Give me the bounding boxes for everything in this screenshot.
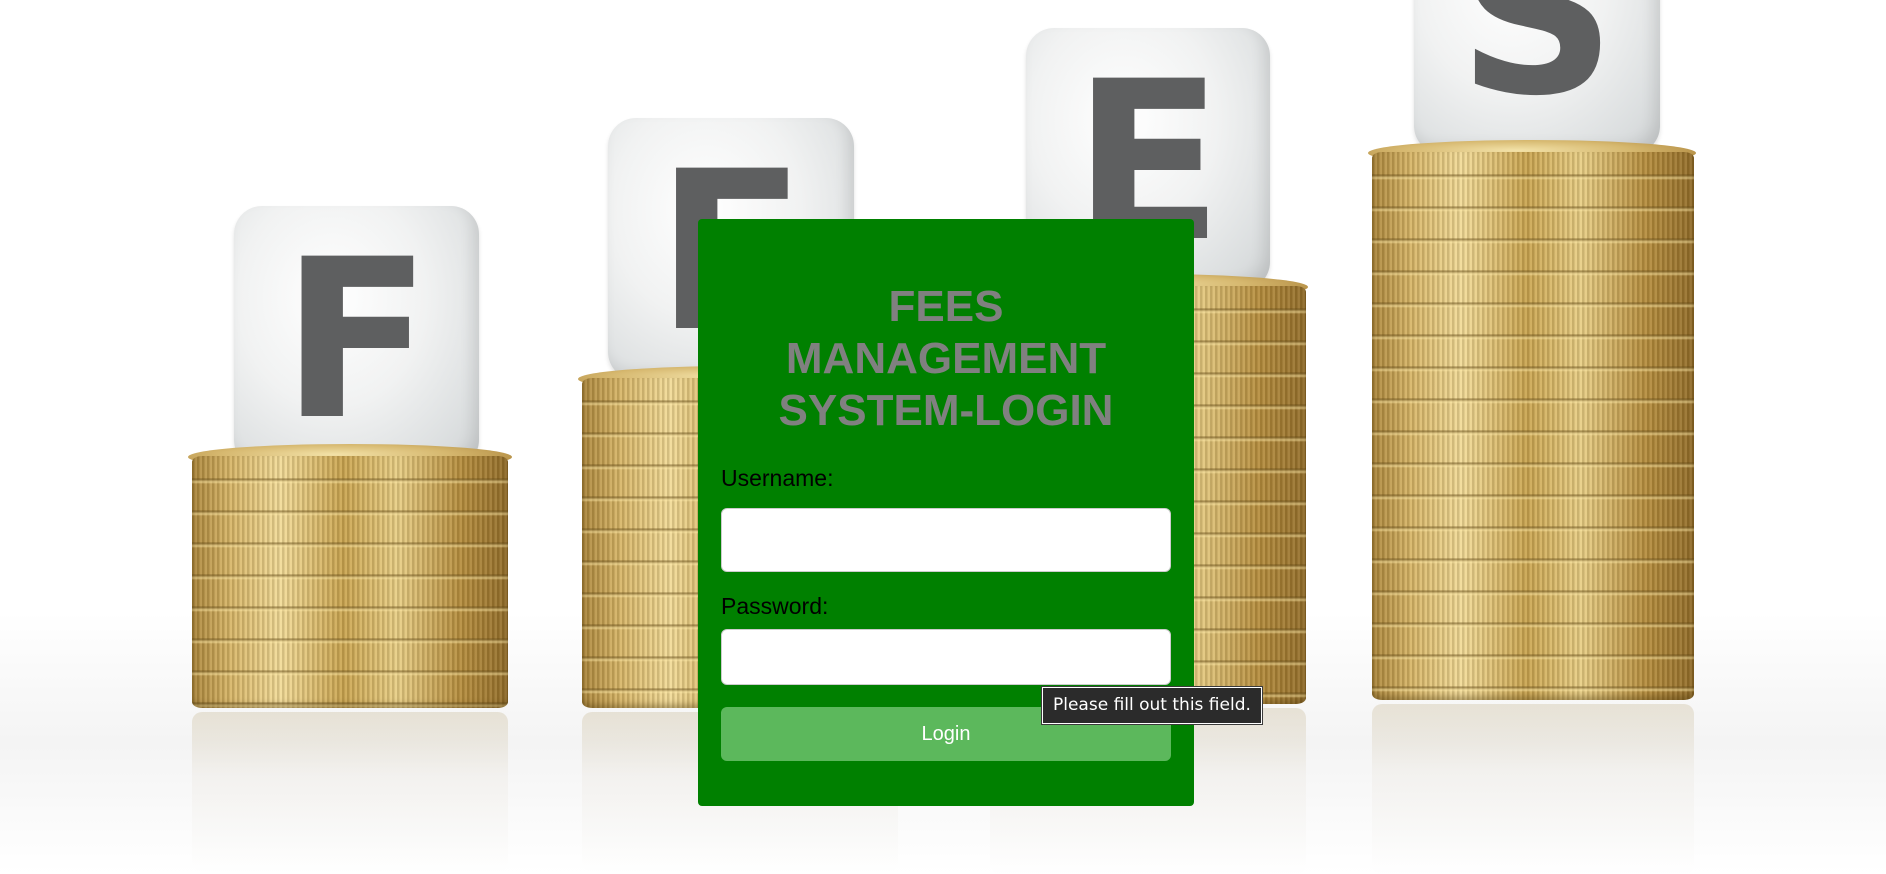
coin-stack-4: S [1368, 0, 1696, 874]
coins [1372, 152, 1694, 700]
reflection [192, 712, 508, 872]
coins [192, 456, 508, 708]
validation-tooltip: Please fill out this field. [1041, 686, 1263, 725]
login-title: FEES MANAGEMENT SYSTEM-LOGIN [778, 282, 1114, 435]
die-letter: S [1457, 0, 1617, 144]
password-label: Password: [721, 593, 829, 619]
letter-die-f: F [234, 206, 479, 468]
letter-die-s: S [1414, 0, 1660, 154]
reflection [1372, 704, 1694, 874]
username-label: Username: [721, 465, 834, 491]
password-input[interactable] [721, 629, 1171, 685]
die-letter: F [281, 212, 432, 468]
username-input[interactable] [721, 508, 1171, 572]
coin-stack-1: F [188, 206, 512, 874]
